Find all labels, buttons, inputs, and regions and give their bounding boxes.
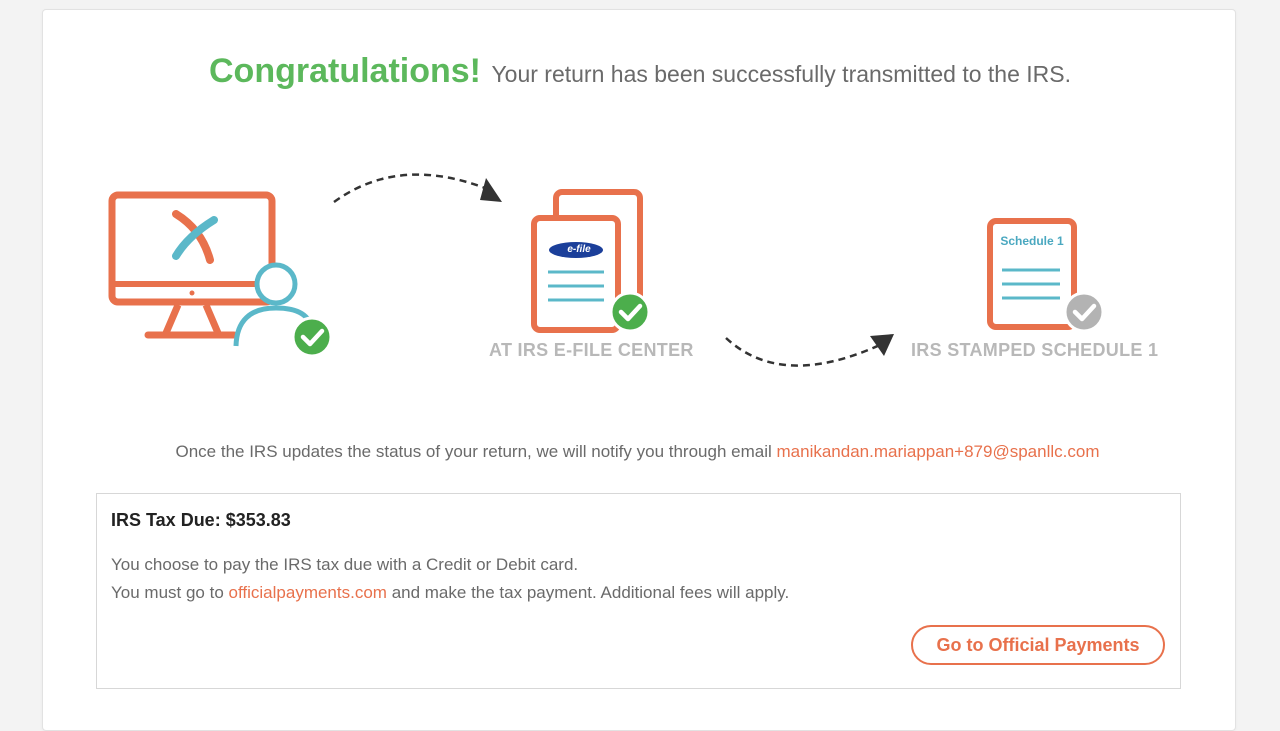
headline: Congratulations! Your return has been su…	[0, 52, 1280, 91]
tax-due-title: IRS Tax Due: $353.83	[111, 510, 291, 530]
email-link[interactable]: manikandan.mariappan+879@spanllc.com	[777, 442, 1100, 461]
schedule-doc-title: Schedule 1	[1000, 234, 1064, 248]
headline-message: Your return has been successfully transm…	[491, 61, 1071, 87]
tax-payment-instructions: You must go to officialpayments.com and …	[111, 583, 789, 603]
instructions-suffix: and make the tax payment. Additional fee…	[391, 583, 790, 602]
computer-user-icon	[108, 191, 333, 358]
efile-badge: e-file	[567, 244, 591, 255]
congrats-title: Congratulations!	[209, 52, 481, 90]
official-payments-link[interactable]: officialpayments.com	[229, 583, 387, 602]
instructions-prefix: You must go to	[111, 583, 224, 602]
efile-document-icon	[531, 189, 651, 333]
step-efile-label: AT IRS E-FILE CENTER	[489, 340, 694, 360]
arrow-right-icon	[725, 334, 894, 367]
arrow-right-icon	[333, 173, 502, 204]
official-payments-button[interactable]: Go to Official Payments	[911, 625, 1165, 665]
notify-message: Once the IRS updates the status of your …	[175, 442, 772, 461]
notify-text: Once the IRS updates the status of your …	[0, 442, 1275, 462]
step-schedule-label: IRS STAMPED SCHEDULE 1	[911, 340, 1159, 360]
tax-due-panel: IRS Tax Due: $353.83 You choose to pay t…	[96, 493, 1181, 689]
tax-payment-method: You choose to pay the IRS tax due with a…	[111, 555, 579, 574]
